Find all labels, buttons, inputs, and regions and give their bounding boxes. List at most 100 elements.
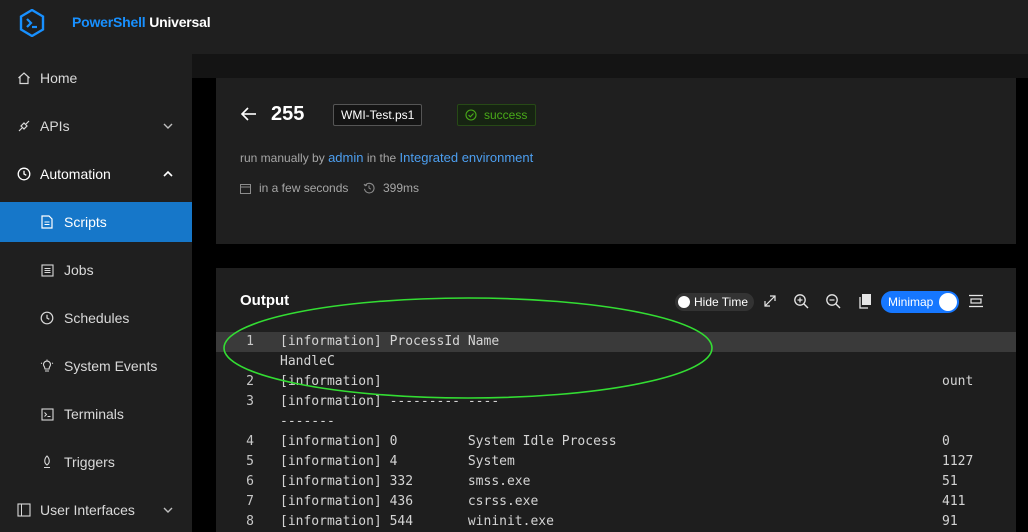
run-info: run manually by admin in the Integrated … <box>240 150 533 165</box>
calendar-icon <box>240 183 251 194</box>
top-bar: PowerShell Universal <box>0 0 1028 54</box>
minimap-label: Minimap <box>888 295 934 309</box>
environment-link[interactable]: Integrated environment <box>400 150 534 165</box>
trigger-icon <box>39 454 55 470</box>
hide-time-label: Hide Time <box>694 295 749 309</box>
sidebar-item-apis[interactable]: APIs <box>0 106 192 146</box>
line-number: 1 <box>246 334 254 349</box>
run-prefix: run manually by <box>240 151 325 165</box>
job-time-text: in a few seconds <box>259 181 349 195</box>
toggle-knob <box>939 293 957 311</box>
sidebar-item-label: Terminals <box>64 406 124 422</box>
zoom-in-icon[interactable] <box>792 292 810 310</box>
powershell-logo-icon[interactable] <box>18 9 46 37</box>
sidebar-item-system-events[interactable]: System Events <box>0 346 192 386</box>
chevron-down-icon <box>163 507 173 513</box>
line-handlecount: 0 <box>942 434 950 449</box>
sidebar-item-automation[interactable]: Automation <box>0 154 192 194</box>
line-number: 8 <box>246 514 254 529</box>
line-text: [information] 4 System <box>280 454 515 469</box>
output-title: Output <box>240 292 290 309</box>
status-badge: success <box>457 104 537 126</box>
sidebar-item-label: Schedules <box>64 310 130 326</box>
line-number: 3 <box>246 394 254 409</box>
brand-part1: PowerShell <box>72 14 146 30</box>
log-line: 3 [information] --------- ---- <box>216 392 1016 412</box>
line-number: 4 <box>246 434 254 449</box>
list-icon <box>39 262 55 278</box>
sidebar-item-triggers[interactable]: Triggers <box>0 442 192 482</box>
log-line: 8 [information] 544 wininit.exe 91 <box>216 512 1016 532</box>
sidebar-item-schedules[interactable]: Schedules <box>0 298 192 338</box>
check-circle-icon <box>465 109 477 121</box>
line-handlecount: 411 <box>942 494 966 509</box>
clock-history-icon <box>16 166 32 182</box>
line-text: [information] <box>280 374 382 389</box>
line-text: HandleC <box>280 354 335 369</box>
sidebar-item-terminals[interactable]: Terminals <box>0 394 192 434</box>
log-line: 6 [information] 332 smss.exe 51 <box>216 472 1016 492</box>
line-number: 7 <box>246 494 254 509</box>
line-handlecount: 91 <box>942 514 958 529</box>
sidebar-item-user-interfaces[interactable]: User Interfaces <box>0 490 192 530</box>
job-duration-text: 399ms <box>383 181 420 195</box>
sidebar-item-label: Jobs <box>64 262 94 278</box>
sidebar-item-label: Automation <box>40 166 111 182</box>
chevron-down-icon <box>163 123 173 129</box>
minimap-toggle[interactable]: Minimap <box>881 291 959 313</box>
file-icon <box>39 214 55 230</box>
bulb-icon <box>39 358 55 374</box>
log-line: 7 [information] 436 csrss.exe 411 <box>216 492 1016 512</box>
sidebar-item-label: Home <box>40 70 78 86</box>
user-link[interactable]: admin <box>328 150 363 165</box>
brand-title[interactable]: PowerShell Universal <box>72 14 211 30</box>
log-line: HandleC <box>216 352 1016 372</box>
status-text: success <box>484 108 528 122</box>
log-line: 2 [information] ount <box>216 372 1016 392</box>
toggle-knob <box>678 296 690 308</box>
line-number: 2 <box>246 374 254 389</box>
line-handlecount: 1127 <box>942 454 974 469</box>
hide-time-toggle[interactable]: Hide Time <box>675 293 755 311</box>
expand-icon[interactable] <box>761 292 779 310</box>
api-icon <box>16 118 32 134</box>
chevron-up-icon <box>163 170 173 177</box>
log-line: 1 [information] ProcessId Name <box>216 332 1016 352</box>
terminal-icon <box>39 406 55 422</box>
line-number: 5 <box>246 454 254 469</box>
copy-icon[interactable] <box>856 292 874 310</box>
layout-icon <box>16 502 32 518</box>
sidebar-item-label: System Events <box>64 358 158 374</box>
line-text: [information] 544 wininit.exe <box>280 514 554 529</box>
home-icon <box>16 70 32 86</box>
script-name-tag[interactable]: WMI-Test.ps1 <box>333 104 423 126</box>
job-duration: 399ms <box>363 181 419 195</box>
sidebar-item-label: Triggers <box>64 454 115 470</box>
job-time: in a few seconds <box>240 181 348 195</box>
sidebar: Home APIs Automation Scripts Jobs Schedu… <box>0 54 192 532</box>
job-id: 255 <box>271 103 305 125</box>
line-text: [information] 0 System Idle Process <box>280 434 617 449</box>
sidebar-item-label: Scripts <box>64 214 107 230</box>
line-handlecount: 51 <box>942 474 958 489</box>
sidebar-item-jobs[interactable]: Jobs <box>0 250 192 290</box>
sidebar-item-home[interactable]: Home <box>0 58 192 98</box>
log-line: ------- <box>216 412 1016 432</box>
history-icon <box>363 182 375 194</box>
back-arrow-icon[interactable] <box>240 106 258 122</box>
sidebar-item-scripts[interactable]: Scripts <box>0 202 192 242</box>
line-text: ------- <box>280 414 335 429</box>
line-text: [information] --------- ---- <box>280 394 500 409</box>
run-in-the: in the <box>366 151 397 165</box>
sidebar-item-label: User Interfaces <box>40 502 135 518</box>
line-handlecount: ount <box>942 374 974 389</box>
output-log[interactable]: 1 [information] ProcessId Name HandleC 2 [in… <box>216 332 1016 532</box>
sidebar-item-label: APIs <box>40 118 70 134</box>
log-line: 5 [information] 4 System 1127 <box>216 452 1016 472</box>
line-text: [information] ProcessId Name <box>280 334 500 349</box>
brand-part2: Universal <box>149 14 211 30</box>
app-window: PowerShell Universal Home APIs Automatio… <box>0 0 1028 532</box>
wrap-lines-icon[interactable] <box>967 292 985 310</box>
zoom-out-icon[interactable] <box>824 292 842 310</box>
log-line: 4 [information] 0 System Idle Process 0 <box>216 432 1016 452</box>
